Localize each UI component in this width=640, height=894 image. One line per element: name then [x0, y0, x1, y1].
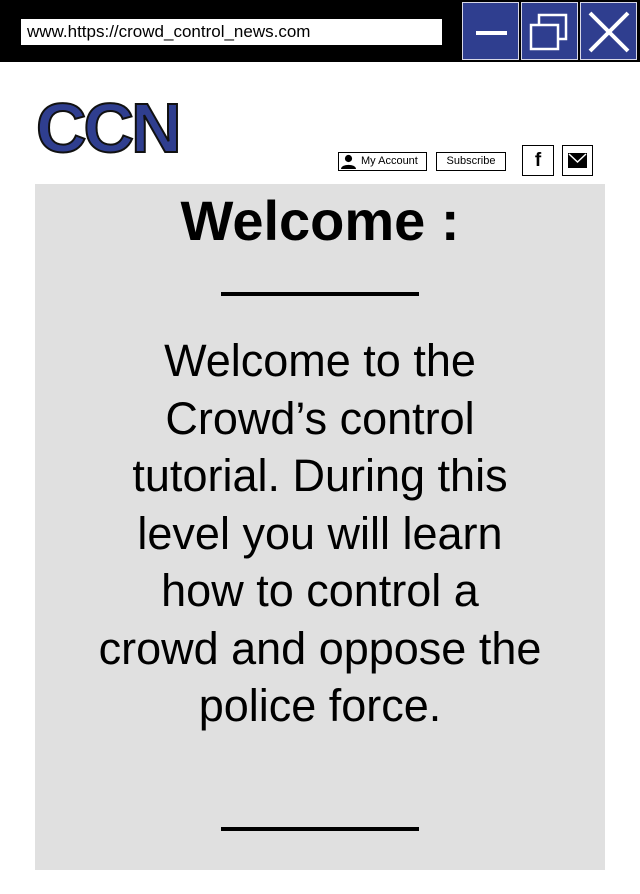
person-icon — [341, 154, 356, 169]
facebook-icon: f — [534, 150, 542, 171]
mail-button[interactable] — [562, 145, 593, 176]
mail-icon — [568, 153, 587, 168]
divider-bottom — [221, 827, 419, 831]
address-bar[interactable]: www.https://crowd_control_news.com — [20, 18, 443, 46]
minimize-icon — [476, 31, 507, 35]
my-account-label: My Account — [361, 155, 418, 167]
maximize-icon — [529, 13, 568, 51]
welcome-text: Welcome to the Crowd’s control tutorial.… — [98, 335, 542, 731]
facebook-button[interactable]: f — [522, 145, 554, 176]
my-account-button[interactable]: My Account — [338, 152, 427, 171]
browser-title-bar: www.https://crowd_control_news.com — [0, 0, 640, 62]
close-button[interactable] — [580, 2, 637, 60]
welcome-heading: Welcome : — [180, 189, 460, 252]
welcome-panel: Welcome : Welcome to the Crowd’s control… — [35, 184, 605, 870]
minimize-button[interactable] — [462, 2, 519, 60]
divider-top — [221, 292, 419, 296]
site-logo[interactable]: CCN — [35, 88, 183, 168]
subscribe-button[interactable]: Subscribe — [436, 152, 506, 171]
maximize-button[interactable] — [521, 2, 578, 60]
close-icon — [588, 11, 630, 53]
